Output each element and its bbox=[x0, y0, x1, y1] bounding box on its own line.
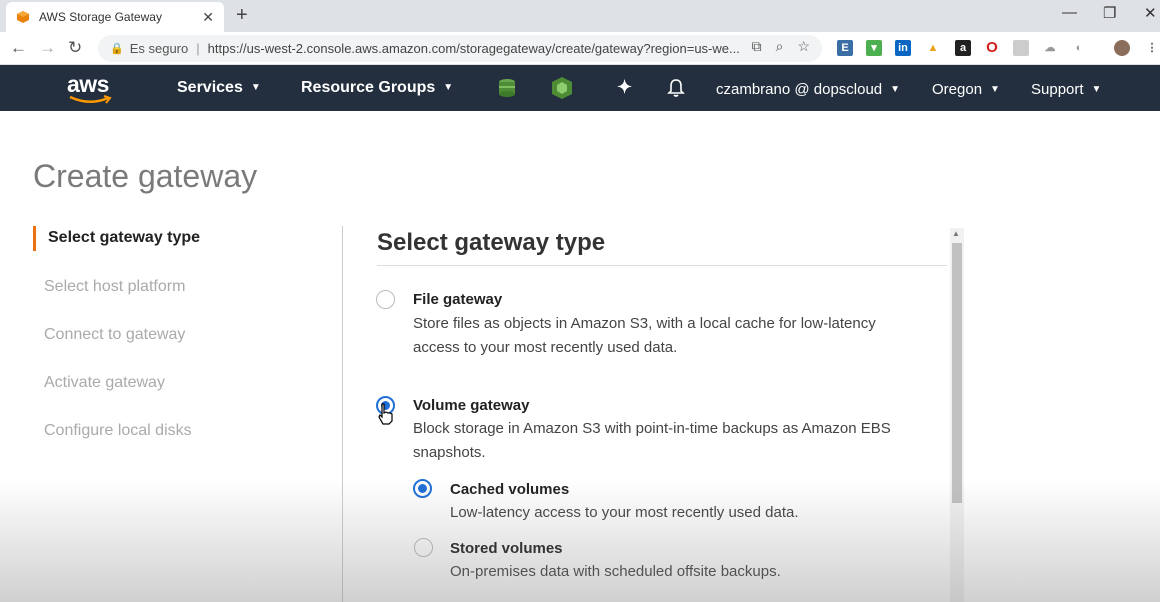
lock-icon: 🔒 bbox=[110, 43, 124, 55]
browser-tab[interactable]: AWS Storage Gateway ✕ bbox=[6, 2, 224, 32]
region-label: Oregon bbox=[932, 81, 983, 98]
chevron-down-icon: ▼ bbox=[443, 82, 454, 93]
file-gateway-desc-line-1: Store files as objects in Amazon S3, wit… bbox=[413, 315, 876, 332]
file-gateway-description: Store files as objects in Amazon S3, wit… bbox=[413, 312, 943, 360]
aws-smile-icon bbox=[69, 95, 112, 104]
volume-gateway-title: Volume gateway bbox=[413, 397, 530, 414]
resource-groups-menu[interactable]: Resource Groups ▼ bbox=[301, 79, 453, 97]
notifications-bell-icon[interactable] bbox=[667, 78, 685, 98]
support-label: Support bbox=[1031, 81, 1084, 98]
step-connect-to-gateway: Connect to gateway bbox=[44, 326, 186, 343]
services-label: Services bbox=[177, 79, 243, 96]
volume-gateway-description: Block storage in Amazon S3 with point-in… bbox=[413, 417, 943, 465]
omnibox-icons: ⧉ ⌕ ☆ bbox=[752, 38, 810, 55]
step-select-gateway-type[interactable]: Select gateway type bbox=[48, 229, 200, 247]
tab-close-icon[interactable]: ✕ bbox=[202, 9, 214, 26]
address-bar[interactable]: 🔒 Es seguro | https://us-west-2.console.… bbox=[98, 35, 822, 62]
profile-avatar[interactable] bbox=[1114, 40, 1130, 56]
scrollbar-thumb[interactable] bbox=[952, 243, 962, 503]
menu-kebab-icon[interactable]: ⋮ bbox=[1144, 40, 1160, 56]
chevron-down-icon: ▼ bbox=[890, 84, 901, 95]
account-menu[interactable]: czambrano @ dopscloud ▼ bbox=[716, 81, 900, 98]
resource-groups-label: Resource Groups bbox=[301, 79, 436, 96]
cached-volumes-radio[interactable] bbox=[413, 479, 432, 498]
volume-gateway-desc-line-2: snapshots. bbox=[413, 444, 486, 461]
chevron-down-icon: ▼ bbox=[990, 84, 1000, 95]
file-gateway-radio[interactable] bbox=[376, 290, 395, 309]
address-separator: | bbox=[196, 41, 200, 56]
file-gateway-desc-line-2: access to your most recently used data. bbox=[413, 339, 678, 356]
volume-gateway-desc-line-1: Block storage in Amazon S3 with point-in… bbox=[413, 420, 891, 437]
security-label: Es seguro bbox=[129, 41, 189, 56]
chevron-down-icon: ▼ bbox=[250, 82, 261, 93]
scroll-up-icon[interactable]: ▲ bbox=[952, 229, 960, 238]
reload-icon[interactable]: ↻ bbox=[68, 38, 82, 58]
browser-tab-strip: AWS Storage Gateway ✕ + — ❐ ✕ bbox=[0, 0, 1160, 32]
browser-toolbar: ← → ↻ 🔒 Es seguro | https://us-west-2.co… bbox=[0, 32, 1160, 65]
stored-volumes-description: On-premises data with scheduled offsite … bbox=[450, 563, 781, 580]
active-step-indicator bbox=[33, 226, 36, 251]
panel-title-rule bbox=[377, 265, 947, 266]
extension-inbox-icon[interactable]: ▾ bbox=[866, 40, 882, 56]
forward-icon[interactable]: → bbox=[39, 38, 56, 58]
step-configure-local-disks: Configure local disks bbox=[44, 422, 192, 439]
stored-volumes-radio[interactable] bbox=[414, 538, 433, 557]
step-select-host-platform: Select host platform bbox=[44, 278, 186, 295]
back-icon[interactable]: ← bbox=[10, 38, 27, 58]
stored-volumes-title: Stored volumes bbox=[450, 540, 563, 557]
services-menu[interactable]: Services ▼ bbox=[177, 79, 261, 97]
minimize-icon[interactable]: — bbox=[1062, 4, 1077, 21]
step-activate-gateway: Activate gateway bbox=[44, 374, 165, 391]
window-close-icon[interactable]: ✕ bbox=[1144, 4, 1157, 22]
panel-title: Select gateway type bbox=[377, 229, 606, 256]
cloud-icon[interactable]: ☁ bbox=[1042, 40, 1058, 56]
region-menu[interactable]: Oregon ▼ bbox=[932, 81, 1000, 98]
bookmark-star-icon[interactable]: ☆ bbox=[797, 38, 810, 55]
aws-logo[interactable]: aws bbox=[67, 71, 109, 98]
opera-icon[interactable]: O bbox=[984, 40, 1000, 56]
support-menu[interactable]: Support ▼ bbox=[1031, 81, 1101, 98]
hand-cursor-icon bbox=[378, 403, 393, 425]
tab-title: AWS Storage Gateway bbox=[39, 10, 162, 24]
page-title: Create gateway bbox=[33, 158, 258, 194]
zoom-icon[interactable]: ⌕ bbox=[776, 38, 784, 55]
linkedin-icon[interactable]: in bbox=[895, 40, 911, 56]
restore-icon[interactable]: ❐ bbox=[1103, 4, 1116, 22]
new-tab-button[interactable]: + bbox=[236, 4, 248, 27]
file-gateway-title: File gateway bbox=[413, 291, 503, 308]
s3-shortcut-icon[interactable] bbox=[551, 76, 573, 100]
cached-volumes-title: Cached volumes bbox=[450, 481, 570, 498]
storage-gateway-shortcut-icon[interactable] bbox=[497, 77, 517, 99]
pin-icon[interactable]: ✦ bbox=[617, 77, 632, 98]
url-text: https://us-west-2.console.aws.amazon.com… bbox=[207, 41, 740, 56]
aws-favicon-icon bbox=[17, 11, 29, 23]
drive-icon[interactable]: ▲ bbox=[925, 40, 941, 56]
translate-icon[interactable]: ⧉ bbox=[752, 38, 762, 55]
circle-ext-icon[interactable]: ◐ bbox=[1071, 40, 1087, 56]
extension-e-icon[interactable]: E bbox=[837, 40, 853, 56]
pdf-icon[interactable] bbox=[1013, 40, 1029, 56]
aws-navbar: aws Services ▼ Resource Groups ▼ ✦ czambra… bbox=[0, 65, 1160, 111]
extension-a-icon[interactable]: a bbox=[955, 40, 971, 56]
chevron-down-icon: ▼ bbox=[1091, 84, 1102, 95]
cached-volumes-description: Low-latency access to your most recently… bbox=[450, 504, 799, 521]
column-divider bbox=[342, 226, 343, 602]
account-label: czambrano @ dopscloud bbox=[716, 81, 883, 98]
